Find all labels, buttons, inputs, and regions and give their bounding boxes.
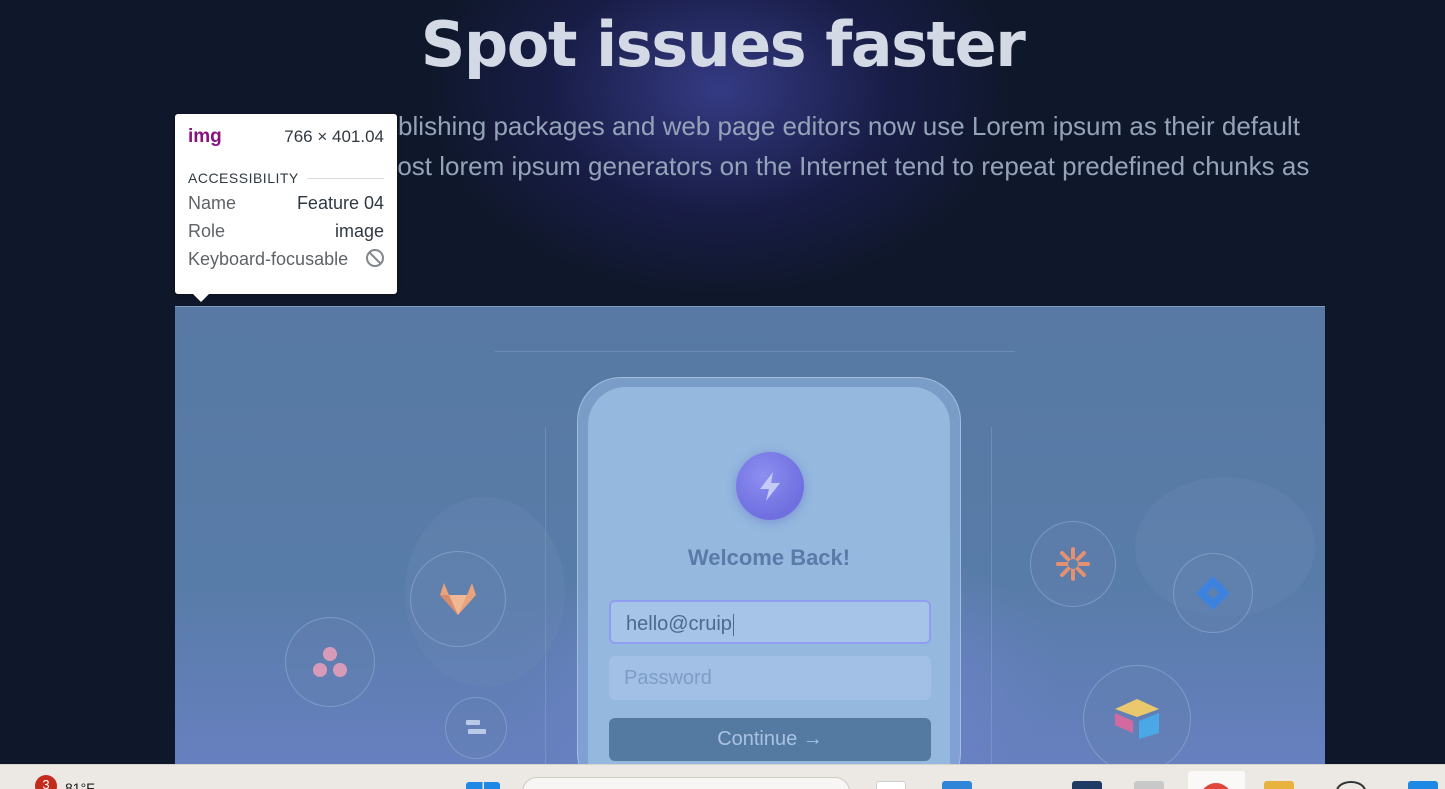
tooltip-row-focusable: Keyboard-focusable [188, 249, 384, 270]
feature-image: Welcome Back! hello@cruip Password Conti… [175, 306, 1325, 766]
tooltip-key: Role [188, 221, 226, 241]
tooltip-value: Feature 04 [296, 193, 384, 213]
lightning-icon [760, 472, 780, 501]
edge-icon[interactable] [942, 781, 972, 789]
chrome-active-tab[interactable] [1188, 771, 1245, 789]
airtable-icon [1115, 699, 1159, 739]
app-icon-2[interactable] [1134, 781, 1164, 789]
tooltip-key: Name [188, 193, 237, 213]
gitlab-icon [440, 583, 476, 615]
task-view-icon[interactable] [876, 781, 906, 789]
frame-line-top [495, 351, 1015, 352]
tooltip-value: image [334, 221, 384, 241]
jira-icon [1196, 576, 1230, 610]
tooltip-row-name: Name Feature 04 [188, 193, 384, 214]
tooltip-section-title: ACCESSIBILITY [188, 170, 299, 186]
devtools-inspect-tooltip: img 766 × 401.04 ACCESSIBILITY Name Feat… [175, 114, 397, 302]
taskbar-search[interactable] [522, 777, 850, 789]
login-card: Welcome Back! hello@cruip Password Conti… [588, 387, 950, 766]
tooltip-size: 766 × 401.04 [284, 127, 384, 146]
airtable-bubble [1083, 665, 1191, 766]
page-title: Spot issues faster [420, 8, 1026, 81]
password-placeholder: Password [624, 667, 712, 689]
weather-temperature[interactable]: 81°F [65, 780, 95, 789]
login-phone-mockup: Welcome Back! hello@cruip Password Conti… [577, 377, 961, 766]
jira-bubble [1173, 553, 1253, 633]
email-value: hello@cruip [626, 613, 732, 635]
app-icon[interactable] [1072, 781, 1102, 789]
app-icon-3[interactable] [1408, 781, 1438, 789]
claude-bubble [1030, 521, 1116, 607]
logo-badge [736, 452, 804, 520]
tooltip-row-role: Role image [188, 221, 384, 242]
copilot-icon[interactable] [1336, 781, 1366, 789]
frame-line-right [991, 427, 992, 766]
windows-taskbar: 3 81°F [0, 764, 1445, 789]
claude-icon [1056, 547, 1090, 581]
password-field[interactable]: Password [609, 656, 931, 700]
gitlab-bubble [410, 551, 506, 647]
text-caret [732, 613, 734, 636]
tooltip-key: Keyboard-focusable [188, 249, 349, 269]
tooltip-tag: img [188, 126, 222, 147]
weather-badge[interactable]: 3 [35, 775, 57, 789]
email-field[interactable]: hello@cruip [609, 600, 931, 644]
file-explorer-icon[interactable] [1264, 781, 1294, 789]
welcome-title: Welcome Back! [687, 545, 851, 570]
linear-bubble [445, 697, 507, 759]
asana-bubble [285, 617, 375, 707]
continue-button[interactable]: Continue → [609, 718, 931, 761]
asana-icon [313, 647, 347, 677]
block-icon [366, 249, 384, 267]
chrome-icon [1200, 783, 1232, 789]
windows-start-icon[interactable] [466, 782, 500, 789]
tooltip-divider [306, 177, 384, 179]
linear-icon [466, 720, 486, 734]
